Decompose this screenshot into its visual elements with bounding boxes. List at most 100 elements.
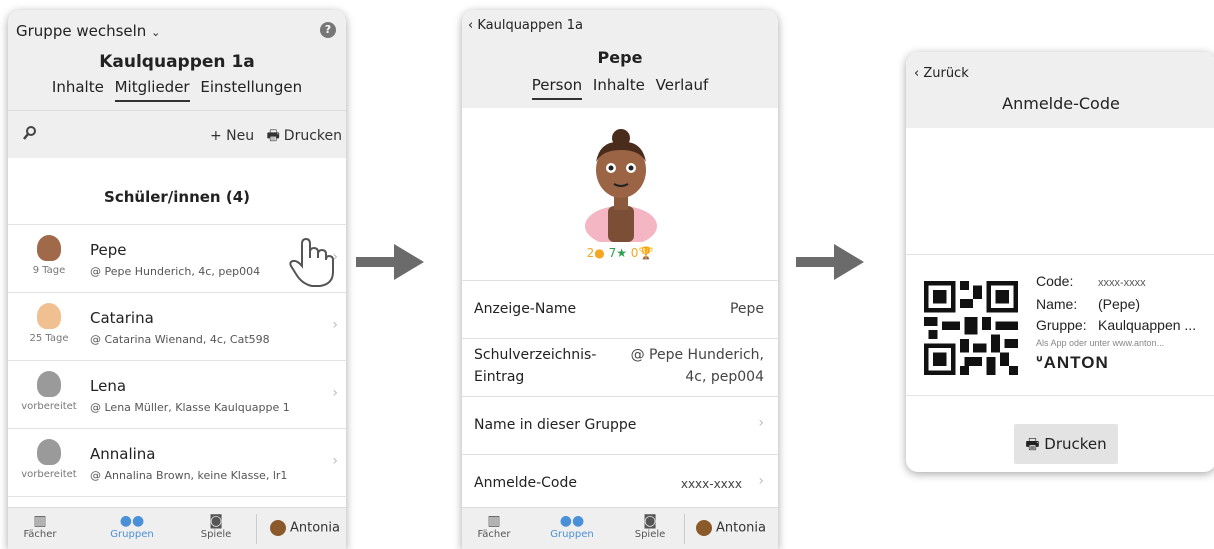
avatar: 9 Tage xyxy=(20,235,78,276)
qr-code-icon xyxy=(924,281,1018,375)
tab-verlauf[interactable]: Verlauf xyxy=(656,76,709,98)
bottom-nav: ▥ Fächer ●● Gruppen ◙ Spiele Antonia xyxy=(462,507,778,549)
nav-label: Spiele xyxy=(634,529,666,540)
nav-spiele[interactable]: ◙ Spiele xyxy=(188,513,244,540)
gamepad-icon: ◙ xyxy=(643,513,657,529)
row-label: Anzeige-Name xyxy=(474,301,577,317)
nav-label: Gruppen xyxy=(110,529,154,540)
back-button[interactable]: ‹ Zurück xyxy=(914,66,969,81)
logo-text: ANTON xyxy=(1043,353,1109,372)
row-label-line2: Eintrag xyxy=(474,369,525,385)
bottom-nav: ▥ Fächer ●● Gruppen ◙ Spiele Antonia xyxy=(8,507,346,549)
nav-divider xyxy=(256,514,257,544)
help-icon[interactable]: ? xyxy=(320,22,336,38)
avatar-icon xyxy=(37,235,61,261)
student-row[interactable]: vorbereitet Lena @ Lena Müller, Klasse K… xyxy=(8,361,346,429)
logo-mark-icon: ᐡ xyxy=(1036,353,1044,372)
group-title: Kaulquappen 1a xyxy=(99,52,255,72)
display-name-row[interactable]: Anzeige-Name Pepe xyxy=(462,280,778,338)
name-value: (Pepe) xyxy=(1098,296,1141,312)
tab-inhalte[interactable]: Inhalte xyxy=(593,76,645,98)
anton-logo: ᐡANTON xyxy=(1036,352,1196,373)
group-icon: ●● xyxy=(559,513,585,529)
nav-faecher[interactable]: ▥ Fächer xyxy=(12,513,68,540)
chevron-right-icon: › xyxy=(758,415,764,431)
student-row[interactable]: vorbereitet Annalina @ Annalina Brown, k… xyxy=(8,429,346,497)
student-handle: @ Catarina Wienand, 4c, Cat598 xyxy=(90,333,270,346)
student-name: Catarina xyxy=(90,309,154,327)
trophy-icon: 🏆 xyxy=(638,246,654,260)
avatar-placeholder-icon xyxy=(37,371,61,397)
group-label: Gruppe: xyxy=(1036,317,1087,333)
toolbar-actions: + Neu 🖶 Drucken xyxy=(206,125,342,149)
print-button[interactable]: 🖶 Drucken xyxy=(1014,424,1118,464)
login-code-screen: ‹ Zurück Anmelde-Code Code: xxxx-xxxx Nam… xyxy=(906,52,1214,472)
nav-user[interactable]: Antonia xyxy=(696,520,766,536)
student-stats: 2● 7★ 0🏆 xyxy=(462,246,778,260)
student-name: Annalina xyxy=(90,445,156,463)
avatar: vorbereitet xyxy=(20,439,78,480)
nav-faecher[interactable]: ▥ Fächer xyxy=(466,513,522,540)
coin-icon: ● xyxy=(594,246,605,260)
chevron-right-icon: › xyxy=(332,453,338,469)
school-directory-row: Schulverzeichnis- Eintrag @ Pepe Hunderi… xyxy=(462,338,778,396)
student-handle: @ Lena Müller, Klasse Kaulquappe 1 xyxy=(90,401,290,414)
print-label: Drucken xyxy=(1044,435,1107,453)
login-code-info: Code: xxxx-xxxx Name: (Pepe) Gruppe: Kaulqu… xyxy=(1036,271,1196,373)
login-code-card: Code: xxxx-xxxx Name: (Pepe) Gruppe: Kaulqu… xyxy=(906,254,1214,396)
chevron-right-icon: › xyxy=(332,385,338,401)
last-active: vorbereitet xyxy=(21,401,77,412)
nav-gruppen[interactable]: ●● Gruppen xyxy=(544,513,600,540)
student-handle: @ Pepe Hunderich, 4c, pep004 xyxy=(90,265,261,278)
nav-label: Fächer xyxy=(477,529,511,540)
books-icon: ▥ xyxy=(33,513,47,529)
student-title: Pepe xyxy=(597,48,643,67)
nav-label: Spiele xyxy=(200,529,232,540)
search-icon[interactable] xyxy=(22,125,38,145)
printer-icon: 🖶 xyxy=(266,128,280,144)
group-name-row[interactable]: Name in dieser Gruppe › xyxy=(462,396,778,454)
student-row[interactable]: 25 Tage Catarina @ Catarina Wienand, 4c,… xyxy=(8,293,346,361)
tab-einstellungen[interactable]: Einstellungen xyxy=(200,78,302,100)
arrow-head xyxy=(834,244,864,280)
flow-arrow-1 xyxy=(356,244,424,280)
nav-gruppen[interactable]: ●● Gruppen xyxy=(104,513,160,540)
login-code-header: ‹ Zurück Anmelde-Code xyxy=(906,52,1214,128)
books-icon: ▥ xyxy=(487,513,501,529)
nav-divider xyxy=(684,514,685,544)
chevron-right-icon: › xyxy=(758,473,764,489)
group-switch-label: Gruppe wechseln xyxy=(16,22,147,40)
name-label: Name: xyxy=(1036,296,1078,312)
student-name: Lena xyxy=(90,377,127,395)
tab-mitglieder[interactable]: Mitglieder xyxy=(114,78,190,102)
student-header: ‹ Kaulquappen 1a Pepe Person Inhalte Ver… xyxy=(462,10,778,108)
tab-inhalte[interactable]: Inhalte xyxy=(52,78,104,100)
chevron-right-icon: › xyxy=(332,317,338,333)
back-button[interactable]: ‹ Kaulquappen 1a xyxy=(468,18,583,33)
new-button[interactable]: + Neu xyxy=(210,128,254,144)
toolbar: + Neu 🖶 Drucken xyxy=(8,110,346,158)
group-icon: ●● xyxy=(119,513,145,529)
code-value: xxxx-xxxx xyxy=(1098,277,1146,289)
last-active: 25 Tage xyxy=(29,333,69,344)
nav-user[interactable]: Antonia xyxy=(270,520,340,536)
print-button[interactable]: 🖶 Drucken xyxy=(263,128,342,144)
print-label: Drucken xyxy=(283,128,342,144)
nav-spiele[interactable]: ◙ Spiele xyxy=(622,513,678,540)
group-header: Gruppe wechseln ⌄ ? Kaulquappen 1a Inhal… xyxy=(8,10,346,158)
printer-icon: 🖶 xyxy=(1025,435,1040,453)
group-switch-button[interactable]: Gruppe wechseln ⌄ xyxy=(16,22,160,40)
login-code-row[interactable]: Anmelde-Code xxxx-xxxx › xyxy=(462,454,778,512)
user-name: Antonia xyxy=(290,520,341,536)
nav-label: Fächer xyxy=(23,529,57,540)
student-name: Pepe xyxy=(90,241,127,259)
section-title: Schüler/innen (4) xyxy=(8,158,346,225)
chevron-down-icon: ⌄ xyxy=(151,26,161,39)
tab-person[interactable]: Person xyxy=(531,76,583,100)
flow-arrow-2 xyxy=(796,244,864,280)
group-tabs: Inhalte Mitglieder Einstellungen xyxy=(8,78,346,102)
page-title: Anmelde-Code xyxy=(1002,94,1120,113)
avatar: 25 Tage xyxy=(20,303,78,344)
row-label: Name in dieser Gruppe xyxy=(474,417,637,433)
arrow-head xyxy=(394,244,424,280)
